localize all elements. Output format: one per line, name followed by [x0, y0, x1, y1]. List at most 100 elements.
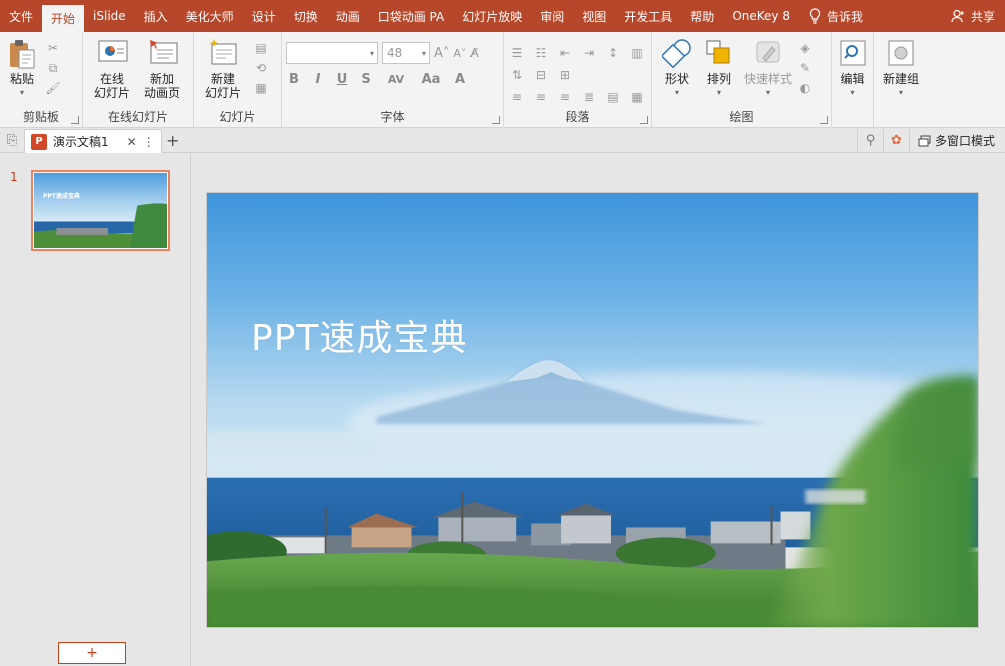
group-label-font: 字体	[380, 110, 405, 124]
spacing-button[interactable]: AV	[382, 73, 410, 86]
menu-tab-insert[interactable]: 插入	[135, 0, 177, 32]
pin-icon[interactable]: ⚲	[856, 129, 883, 152]
text-direction-icon[interactable]: ⇅	[508, 68, 526, 82]
ribbon: 粘贴 ▾ ✂ ⧉ 🖌 剪贴板 在线 幻灯片 新加 动画页 在线幻灯片 新建 幻灯…	[0, 32, 1005, 128]
lightbulb-icon	[809, 8, 821, 24]
slide-thumbnail-pane: 1 PPT速成宝典 +	[0, 154, 191, 666]
columns-icon[interactable]: ▥	[628, 46, 646, 60]
chevron-down-icon: ▾	[369, 48, 374, 58]
group-drawing: 形状 ▾ 排列 ▾ 快速样式 ▾ ◈ ✎ ◐ 绘图	[652, 32, 832, 128]
para-row-3: ≡ ≡ ≡ ≣ ▤ ▦	[508, 90, 646, 104]
share-button[interactable]: 共享	[941, 0, 1005, 32]
menu-tab-pocket-anim[interactable]: 口袋动画 PA	[369, 0, 454, 32]
menu-tab-beautify[interactable]: 美化大师	[177, 0, 243, 32]
format-painter-icon[interactable]: 🖌	[44, 80, 62, 96]
shrink-font-icon[interactable]: A˅	[453, 47, 466, 60]
menu-tab-design[interactable]: 设计	[243, 0, 285, 32]
menu-bar: 文件 开始 iSlide 插入 美化大师 设计 切换 动画 口袋动画 PA 幻灯…	[0, 0, 1005, 32]
justify-icon[interactable]: ≣	[580, 90, 598, 104]
align-text-icon[interactable]: ⊟	[532, 68, 550, 82]
group-editing: 编辑 ▾	[832, 32, 874, 128]
change-case-button[interactable]: Aa	[418, 72, 444, 87]
menu-tab-help[interactable]: 帮助	[681, 0, 723, 32]
column-layout-icon[interactable]: ▦	[628, 90, 646, 104]
font-color-button[interactable]: A	[452, 72, 468, 87]
new-anim-page-icon	[147, 38, 178, 68]
menu-tab-review[interactable]: 审阅	[531, 0, 573, 32]
fill-icon[interactable]: ◈	[796, 40, 814, 56]
menu-tab-transitions[interactable]: 切换	[285, 0, 327, 32]
distribute-icon[interactable]: ▤	[604, 90, 622, 104]
document-tab-strip: ⎘ P 演示文稿1 ✕ ⋮ + ⚲ ✿ 多窗口模式	[0, 129, 1005, 153]
group-label-online-slides: 在线幻灯片	[107, 110, 168, 124]
dialog-launcher-icon[interactable]	[820, 116, 828, 124]
chevron-down-icon: ▾	[898, 88, 903, 97]
font-row-1: ▾ 48 ▾ A˄ A˅ A̸	[286, 42, 479, 64]
document-title: 演示文稿1	[53, 135, 109, 149]
shapes-icon	[660, 38, 692, 69]
shadow-button[interactable]: S	[358, 72, 374, 87]
menu-tab-slideshow[interactable]: 幻灯片放映	[453, 0, 531, 32]
clear-format-icon[interactable]: A̸	[470, 46, 478, 60]
bold-button[interactable]: B	[286, 72, 302, 87]
chevron-down-icon: ▾	[716, 88, 721, 97]
new-group-button[interactable]: 新建组 ▾	[878, 36, 924, 128]
increase-indent-icon[interactable]: ⇥	[580, 46, 598, 60]
slide-thumbnail[interactable]: PPT速成宝典	[31, 170, 170, 251]
decrease-indent-icon[interactable]: ⇤	[556, 46, 574, 60]
group-clipboard: 粘贴 ▾ ✂ ⧉ 🖌 剪贴板	[0, 32, 83, 128]
add-slide-button[interactable]: +	[58, 642, 126, 664]
menu-tab-onekey[interactable]: OneKey 8	[723, 0, 799, 32]
group-font: ▾ 48 ▾ A˄ A˅ A̸ B I U S AV Aa A 字体	[282, 32, 504, 128]
multi-window-button[interactable]: 多窗口模式	[908, 129, 1005, 152]
cut-icon[interactable]: ✂	[44, 40, 62, 56]
align-left-icon[interactable]: ≡	[508, 90, 526, 104]
italic-button[interactable]: I	[310, 72, 326, 87]
slide-title[interactable]: PPT速成宝典	[251, 309, 467, 361]
dialog-launcher-icon[interactable]	[71, 116, 79, 124]
copy-icon[interactable]: ⧉	[44, 60, 62, 76]
group-paragraph: ☰ ☷ ⇤ ⇥ ↕ ▥ ⇅ ⊟ ⊞ ≡ ≡ ≡ ≣ ▤ ▦ 段落	[504, 32, 652, 128]
bullets-icon[interactable]: ☰	[508, 46, 526, 60]
font-size-select[interactable]: 48 ▾	[382, 42, 430, 64]
editing-button[interactable]: 编辑 ▾	[836, 36, 869, 128]
close-icon[interactable]: ✕	[127, 135, 137, 149]
font-name-select[interactable]: ▾	[286, 42, 378, 64]
chevron-down-icon: ▾	[765, 88, 770, 97]
grow-font-icon[interactable]: A˄	[434, 46, 449, 61]
align-center-icon[interactable]: ≡	[532, 90, 550, 104]
slide-canvas[interactable]: PPT速成宝典	[206, 192, 979, 628]
tell-me[interactable]: 告诉我	[799, 0, 873, 32]
menu-tab-view[interactable]: 视图	[573, 0, 615, 32]
settings-gear-icon[interactable]: ✿	[882, 129, 909, 152]
numbering-icon[interactable]: ☷	[532, 46, 550, 60]
new-anim-page-label-2: 动画页	[143, 86, 180, 100]
menu-tab-animations[interactable]: 动画	[327, 0, 369, 32]
group-slides: 新建 幻灯片 ▤ ⟲ ▦ 幻灯片	[194, 32, 282, 128]
line-spacing-icon[interactable]: ↕	[604, 46, 622, 60]
layout-icon[interactable]: ▤	[252, 40, 270, 56]
menu-tab-home[interactable]: 开始	[42, 5, 85, 32]
dialog-launcher-icon[interactable]	[492, 116, 500, 124]
tab-list-icon[interactable]: ⎘	[0, 129, 24, 152]
thumbnail-scene	[34, 173, 167, 248]
new-tab-icon[interactable]: +	[162, 129, 184, 152]
menu-tab-developer[interactable]: 开发工具	[615, 0, 681, 32]
dialog-launcher-icon[interactable]	[640, 116, 648, 124]
effects-icon[interactable]: ◐	[796, 80, 814, 96]
more-vertical-icon[interactable]: ⋮	[143, 135, 155, 149]
menu-tab-islide[interactable]: iSlide	[84, 0, 135, 32]
para-row-1: ☰ ☷ ⇤ ⇥ ↕ ▥	[508, 46, 646, 60]
outline-icon[interactable]: ✎	[796, 60, 814, 76]
new-slide-label-1: 新建	[210, 72, 235, 86]
document-tab[interactable]: P 演示文稿1 ✕ ⋮	[24, 129, 162, 153]
para-row-2: ⇅ ⊟ ⊞	[508, 68, 646, 82]
reset-icon[interactable]: ⟲	[252, 60, 270, 76]
align-right-icon[interactable]: ≡	[556, 90, 574, 104]
underline-button[interactable]: U	[334, 72, 350, 87]
smartart-icon[interactable]: ⊞	[556, 68, 574, 82]
new-anim-page-label-1: 新加	[149, 72, 174, 86]
section-icon[interactable]: ▦	[252, 80, 270, 96]
menu-tab-file[interactable]: 文件	[0, 0, 42, 32]
arrange-icon	[704, 38, 734, 68]
